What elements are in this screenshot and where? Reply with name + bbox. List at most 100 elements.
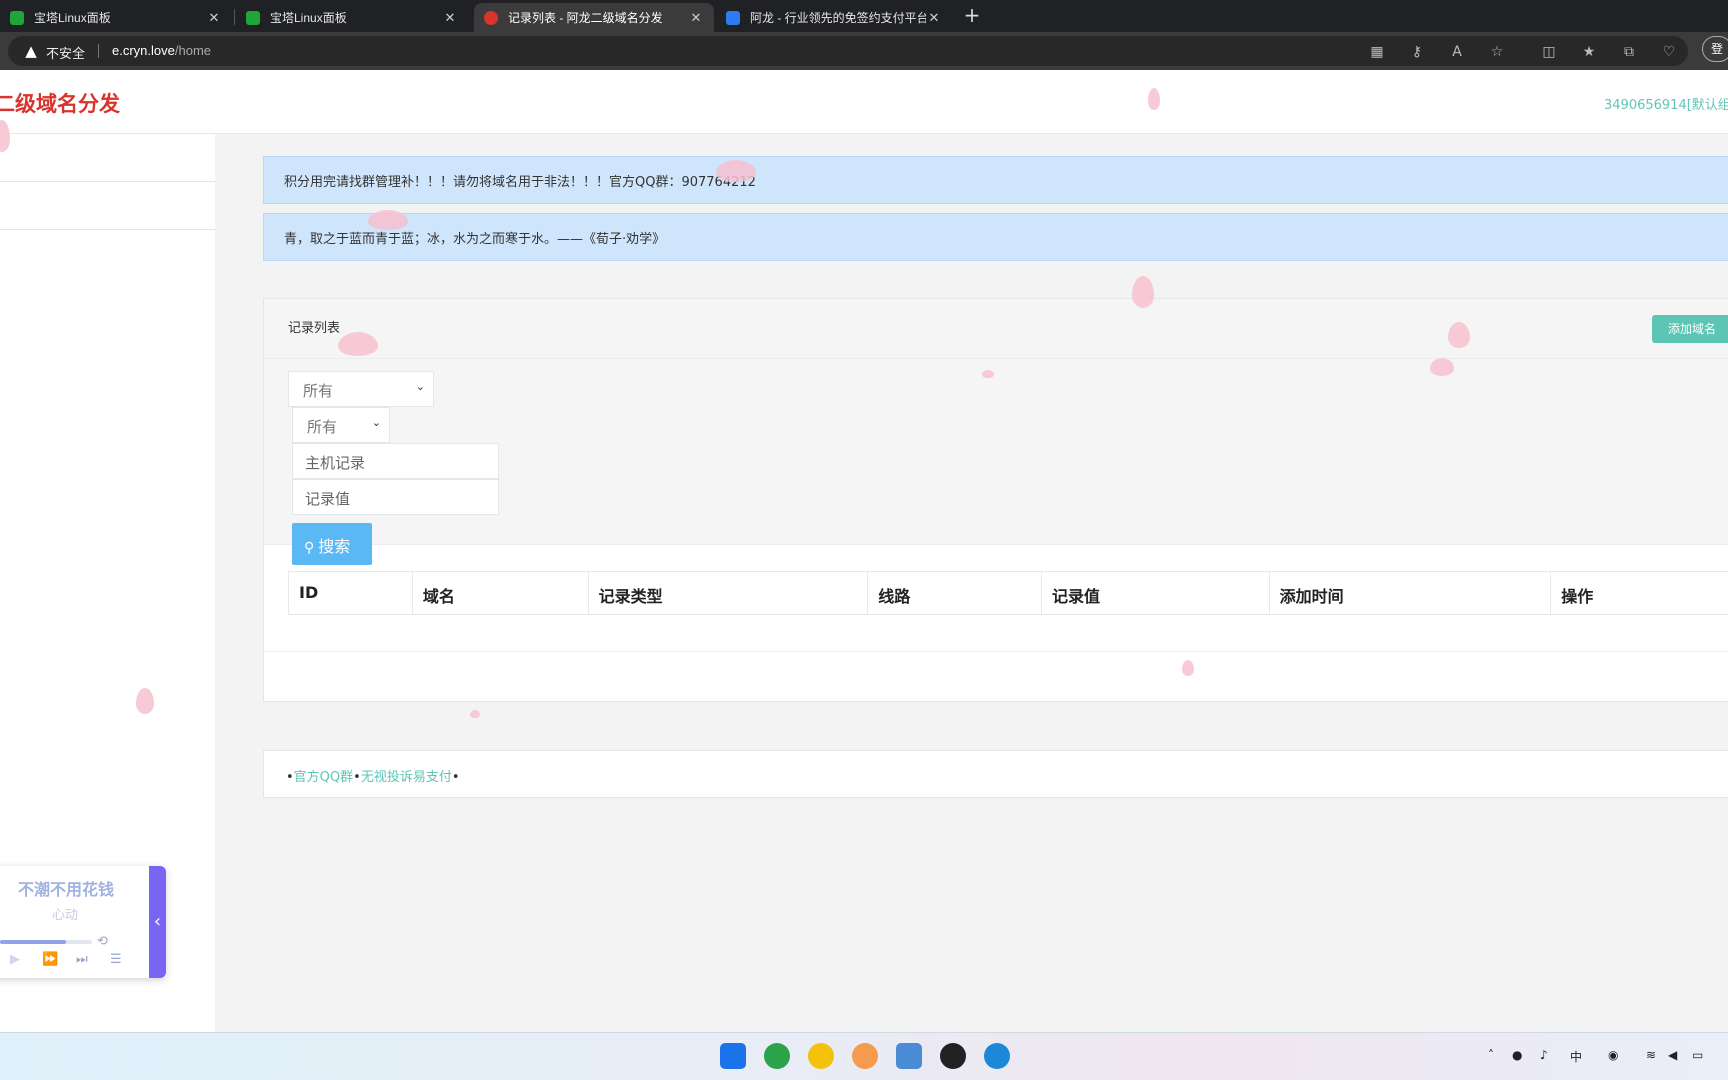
app-icon[interactable] <box>852 1043 878 1069</box>
ime-indicator[interactable]: 中 <box>1570 1048 1582 1065</box>
bullet: • <box>451 770 460 785</box>
tab-baota-1[interactable]: 宝塔Linux面板 ✕ <box>0 3 232 32</box>
record-type-select[interactable]: 所有 ⌄ <box>292 407 390 443</box>
bullet: • <box>286 770 294 785</box>
divider <box>264 651 1728 652</box>
records-table-header: ID 域名 记录类型 线路 记录值 添加时间 操作 <box>288 571 1728 615</box>
new-tab-button[interactable]: + <box>960 4 984 28</box>
petal-decoration <box>716 160 756 182</box>
record-app-icon[interactable] <box>940 1043 966 1069</box>
chevron-down-icon: ⌄ <box>371 416 381 429</box>
panel-header: 记录列表 添加域名 <box>264 299 1728 359</box>
column-header-id[interactable]: ID <box>289 572 413 614</box>
windows-taskbar: ˄ ● ♪ 中 ◉ ≋ ◀ ▭ <box>0 1032 1728 1080</box>
security-label[interactable]: 不安全 <box>46 43 85 62</box>
extensions-icon[interactable]: ♡ <box>1660 43 1678 61</box>
bullet: • <box>353 770 361 785</box>
wifi-icon[interactable]: ≋ <box>1646 1048 1656 1062</box>
profile-login-button[interactable]: 登 <box>1702 36 1728 62</box>
progress-bar[interactable] <box>0 940 92 944</box>
domain-select-value: 所有 <box>303 382 334 400</box>
tab-baota-2[interactable]: 宝塔Linux面板 ✕ <box>236 3 468 32</box>
browser-tab-strip: 宝塔Linux面板 ✕ 宝塔Linux面板 ✕ 记录列表 - 阿龙二级域名分发 … <box>0 0 1728 32</box>
tab-divider <box>234 9 235 25</box>
close-tab-icon[interactable]: ✕ <box>442 10 458 26</box>
close-tab-icon[interactable]: ✕ <box>926 10 942 26</box>
petal-decoration <box>1148 88 1160 110</box>
start-menu-icon[interactable] <box>720 1043 746 1069</box>
music-player: 不潮不用花钱 心动 ⟲ ▶ ⏩ ⏭ ☰ ‹ <box>0 866 166 978</box>
input-app-icon[interactable]: ◉ <box>1608 1048 1618 1062</box>
search-button[interactable]: ⚲ 搜索 <box>292 523 372 565</box>
tab-records-active[interactable]: 记录列表 - 阿龙二级域名分发 ✕ <box>474 3 714 32</box>
record-value-input[interactable]: 记录值 <box>292 479 499 515</box>
divider <box>98 44 99 58</box>
column-header-domain[interactable]: 域名 <box>413 572 589 614</box>
loop-icon[interactable]: ⟲ <box>97 934 108 949</box>
brand-title[interactable]: 二级域名分发 <box>0 88 120 118</box>
petal-decoration <box>338 332 378 356</box>
user-account-link[interactable]: 3490656914[默认组] <box>1604 94 1728 113</box>
close-tab-icon[interactable]: ✕ <box>688 10 704 26</box>
address-bar-row: ▲ 不安全 e.cryn.love/home ▦ ⚷ A ☆ ◫ ★ ⧉ ♡ 登 <box>0 32 1728 70</box>
column-header-record-value[interactable]: 记录值 <box>1042 572 1270 614</box>
collapse-player-button[interactable]: ‹ <box>149 866 166 978</box>
search-button-label: 搜索 <box>318 537 351 556</box>
sidebar-item[interactable] <box>0 182 215 230</box>
column-header-line[interactable]: 线路 <box>868 572 1042 614</box>
filter-form: 所有 ⌄ 所有 ⌄ 主机记录 记录值 ⚲ 搜索 <box>264 359 1728 565</box>
notice-quote: 青，取之于蓝而青于蓝；冰，水为之而寒于水。——《荀子·劝学》 <box>263 213 1728 261</box>
favorites-list-icon[interactable]: ★ <box>1580 43 1598 61</box>
chevron-up-icon[interactable]: ˄ <box>1488 1048 1494 1062</box>
warning-icon[interactable]: ▲ <box>22 42 40 60</box>
page-content: 二级域名分发 3490656914[默认组] 积分用完请找群管理补！！！请勿将域… <box>0 70 1728 1032</box>
tab-title: 阿龙 - 行业领先的免签约支付平台 <box>750 11 926 25</box>
progress-fill <box>0 940 67 944</box>
footer-link-payment[interactable]: 无视投诉易支付 <box>361 770 452 785</box>
playlist-icon[interactable]: ☰ <box>110 952 122 967</box>
play-icon[interactable]: ▶ <box>10 952 20 967</box>
shield-favicon-icon <box>726 10 740 25</box>
notice-announcement: 积分用完请找群管理补！！！请勿将域名用于非法！！！官方QQ群：907764212 <box>263 156 1728 204</box>
favorite-star-icon[interactable]: ☆ <box>1488 43 1506 61</box>
column-header-added-time[interactable]: 添加时间 <box>1270 572 1552 614</box>
baota-favicon-icon <box>10 10 24 25</box>
petal-decoration <box>1448 322 1470 348</box>
read-aloud-icon[interactable]: A <box>1448 43 1466 61</box>
qr-code-icon[interactable]: ▦ <box>1368 43 1386 61</box>
app-icon[interactable] <box>764 1043 790 1069</box>
domain-select[interactable]: 所有 ⌄ <box>288 371 434 407</box>
fast-forward-icon[interactable]: ⏩ <box>42 952 58 967</box>
microphone-icon[interactable]: ♪ <box>1540 1048 1548 1062</box>
key-icon[interactable]: ⚷ <box>1408 43 1426 61</box>
top-navbar: 二级域名分发 3490656914[默认组] <box>0 70 1728 134</box>
url-text[interactable]: e.cryn.love/home <box>112 43 211 58</box>
omnibox[interactable]: ▲ 不安全 e.cryn.love/home ▦ ⚷ A ☆ ◫ ★ ⧉ ♡ <box>8 36 1688 66</box>
split-screen-icon[interactable]: ◫ <box>1540 43 1558 61</box>
archive-app-icon[interactable] <box>896 1043 922 1069</box>
tab-title: 宝塔Linux面板 <box>270 11 347 25</box>
petal-decoration <box>368 210 408 230</box>
footer-link-qq-group[interactable]: 官方QQ群 <box>294 770 353 785</box>
tab-payment[interactable]: 阿龙 - 行业领先的免签约支付平台 ✕ <box>716 3 952 32</box>
search-icon: ⚲ <box>304 540 315 556</box>
petal-decoration <box>1132 276 1154 308</box>
tray-app-icon[interactable]: ● <box>1512 1048 1522 1062</box>
host-record-input[interactable]: 主机记录 <box>292 443 499 479</box>
next-track-icon[interactable]: ⏭ <box>76 952 88 967</box>
collections-icon[interactable]: ⧉ <box>1620 43 1638 61</box>
add-domain-button[interactable]: 添加域名 <box>1652 315 1728 343</box>
music-app-icon[interactable] <box>808 1043 834 1069</box>
sidebar-item[interactable] <box>0 134 215 182</box>
petal-decoration <box>982 370 994 378</box>
edge-browser-icon[interactable] <box>984 1043 1010 1069</box>
close-tab-icon[interactable]: ✕ <box>206 10 222 26</box>
site-favicon-icon <box>484 10 498 25</box>
column-header-record-type[interactable]: 记录类型 <box>589 572 869 614</box>
battery-icon[interactable]: ▭ <box>1692 1048 1703 1062</box>
volume-icon[interactable]: ◀ <box>1668 1048 1677 1062</box>
column-header-actions[interactable]: 操作 <box>1551 572 1728 614</box>
tab-title: 宝塔Linux面板 <box>34 11 111 25</box>
baota-favicon-icon <box>246 10 260 25</box>
petal-decoration <box>470 710 480 718</box>
